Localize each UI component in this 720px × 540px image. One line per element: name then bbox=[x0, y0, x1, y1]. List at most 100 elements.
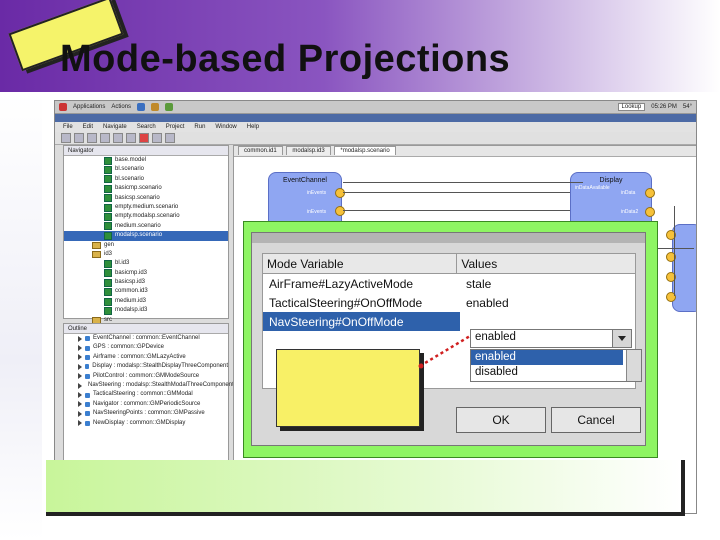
file-icon bbox=[104, 184, 112, 193]
component-partial[interactable] bbox=[672, 224, 696, 312]
file-icon bbox=[104, 306, 112, 315]
component-icon bbox=[85, 411, 90, 417]
chevron-down-icon[interactable] bbox=[612, 330, 631, 347]
navigator-file[interactable]: basicsp.scenario bbox=[64, 194, 228, 203]
cancel-button[interactable]: Cancel bbox=[551, 407, 641, 433]
terminal-icon[interactable] bbox=[165, 103, 174, 111]
file-icon bbox=[104, 269, 112, 278]
port[interactable] bbox=[335, 206, 345, 216]
run-icon[interactable] bbox=[113, 133, 123, 143]
navigator-file[interactable]: basicmp.scenario bbox=[64, 184, 228, 193]
editor-tab-modalsp-id3[interactable]: modalsp.id3 bbox=[286, 146, 331, 155]
component-icon bbox=[85, 336, 90, 342]
file-icon bbox=[104, 231, 112, 240]
navigator-file[interactable]: empty.medium.scenario bbox=[64, 203, 228, 212]
menu-search[interactable]: Search bbox=[137, 124, 156, 130]
navigator-file[interactable]: bl.id3 bbox=[64, 259, 228, 268]
expand-icon[interactable] bbox=[78, 363, 82, 370]
navigator-file[interactable]: basicmp.id3 bbox=[64, 269, 228, 278]
lookup-field[interactable]: Lookup bbox=[617, 103, 646, 111]
component-icon bbox=[85, 420, 90, 426]
outline-item[interactable]: Airframe : common::GMLazyActive bbox=[64, 353, 228, 362]
port[interactable] bbox=[645, 188, 655, 198]
debug-icon[interactable] bbox=[100, 133, 110, 143]
toolbar bbox=[55, 132, 696, 145]
port[interactable] bbox=[335, 188, 345, 198]
mail-icon[interactable] bbox=[151, 103, 160, 111]
outline-item[interactable]: NavSteering : modalsp::StealthModalThree… bbox=[64, 381, 234, 390]
outline-tab[interactable]: Outline bbox=[64, 324, 228, 334]
outline-item[interactable]: TacticalSteering : common::GMModal bbox=[64, 390, 228, 399]
outline-item[interactable]: NewDisplay : common::GMDisplay bbox=[64, 419, 228, 428]
menu-run[interactable]: Run bbox=[194, 124, 205, 130]
annotation-note bbox=[276, 349, 420, 427]
navigator-file[interactable]: base.model bbox=[64, 156, 228, 165]
navigator-file[interactable]: bl.scenario bbox=[64, 175, 228, 184]
navigator-file[interactable]: medium.scenario bbox=[64, 222, 228, 231]
editor-tab-common[interactable]: common.id1 bbox=[238, 146, 283, 155]
table-row[interactable]: AirFrame#LazyActiveMode stale bbox=[263, 274, 635, 293]
outline-item[interactable]: Display : modalsp::StealthDisplayThreeCo… bbox=[64, 362, 228, 371]
navigator-folder[interactable]: id3 bbox=[64, 250, 228, 259]
actions-menu[interactable]: Actions bbox=[111, 104, 131, 110]
value-dropdown-list[interactable]: enabled disabled bbox=[470, 349, 642, 382]
expand-icon[interactable] bbox=[78, 335, 82, 342]
navigator-tree: base.model bl.scenario bl.scenario basicmp.… bbox=[64, 156, 228, 334]
back-icon[interactable] bbox=[152, 133, 162, 143]
menu-edit[interactable]: Edit bbox=[83, 124, 93, 130]
outline-item[interactable]: PilotControl : common::GMModeSource bbox=[64, 372, 228, 381]
print-icon[interactable] bbox=[87, 133, 97, 143]
expand-icon[interactable] bbox=[78, 373, 82, 380]
outline-item[interactable]: Navigator : common::GMPeriodicSource bbox=[64, 400, 228, 409]
table-row[interactable]: TacticalSteering#OnOffMode enabled bbox=[263, 293, 635, 312]
outline-item[interactable]: NavSteeringPoints : common::GMPassive bbox=[64, 409, 228, 418]
outline-item[interactable]: GPS : common::GPDevice bbox=[64, 343, 228, 352]
distro-icon[interactable] bbox=[59, 103, 67, 111]
navigator-tab[interactable]: Navigator bbox=[64, 146, 228, 156]
menu-project[interactable]: Project bbox=[166, 124, 185, 130]
option-enabled[interactable]: enabled bbox=[471, 350, 623, 365]
expand-icon[interactable] bbox=[78, 420, 82, 427]
window-titlebar[interactable] bbox=[55, 114, 696, 122]
navigator-file[interactable]: modalsp.scenario bbox=[64, 231, 228, 241]
new-icon[interactable] bbox=[61, 133, 71, 143]
column-header-mode-variable[interactable]: Mode Variable bbox=[263, 254, 458, 273]
component-icon bbox=[85, 392, 90, 398]
folder-icon bbox=[92, 241, 101, 249]
dropdown-scrollbar[interactable] bbox=[626, 350, 641, 381]
menu-navigate[interactable]: Navigate bbox=[103, 124, 127, 130]
port[interactable] bbox=[645, 207, 655, 217]
expand-icon[interactable] bbox=[78, 354, 82, 361]
menu-help[interactable]: Help bbox=[247, 124, 259, 130]
navigator-file[interactable]: bl.scenario bbox=[64, 165, 228, 175]
expand-icon[interactable] bbox=[78, 392, 82, 399]
applications-menu[interactable]: Applications bbox=[73, 104, 105, 110]
option-disabled[interactable]: disabled bbox=[471, 365, 641, 380]
ok-button[interactable]: OK bbox=[456, 407, 546, 433]
outline-item[interactable]: EventChannel : common::EventChannel bbox=[64, 334, 228, 343]
dialog-titlebar[interactable] bbox=[252, 233, 645, 243]
browser-icon[interactable] bbox=[137, 103, 146, 111]
expand-icon[interactable] bbox=[78, 401, 82, 408]
menu-window[interactable]: Window bbox=[215, 124, 236, 130]
menu-file[interactable]: File bbox=[63, 124, 73, 130]
forward-icon[interactable] bbox=[165, 133, 175, 143]
column-header-values[interactable]: Values bbox=[457, 254, 635, 273]
file-icon bbox=[104, 288, 112, 297]
editor-tab-modalsp-scenario[interactable]: *modalsp.scenario bbox=[334, 146, 396, 155]
file-icon bbox=[104, 297, 112, 306]
navigator-file[interactable]: basicsp.id3 bbox=[64, 278, 228, 287]
save-icon[interactable] bbox=[74, 133, 84, 143]
expand-icon[interactable] bbox=[78, 345, 82, 352]
navigator-file[interactable]: empty.modalsp.scenario bbox=[64, 212, 228, 222]
expand-icon[interactable] bbox=[78, 382, 82, 389]
slide-title: Mode-based Projections bbox=[60, 38, 511, 80]
navigator-file[interactable]: medium.id3 bbox=[64, 297, 228, 306]
stop-icon[interactable] bbox=[139, 133, 149, 143]
search-icon[interactable] bbox=[126, 133, 136, 143]
navigator-folder[interactable]: gen bbox=[64, 241, 228, 250]
navigator-file[interactable]: modalsp.id3 bbox=[64, 306, 228, 315]
expand-icon[interactable] bbox=[78, 410, 82, 417]
navigator-file[interactable]: common.id3 bbox=[64, 287, 228, 297]
value-combobox[interactable]: enabled bbox=[470, 329, 632, 348]
